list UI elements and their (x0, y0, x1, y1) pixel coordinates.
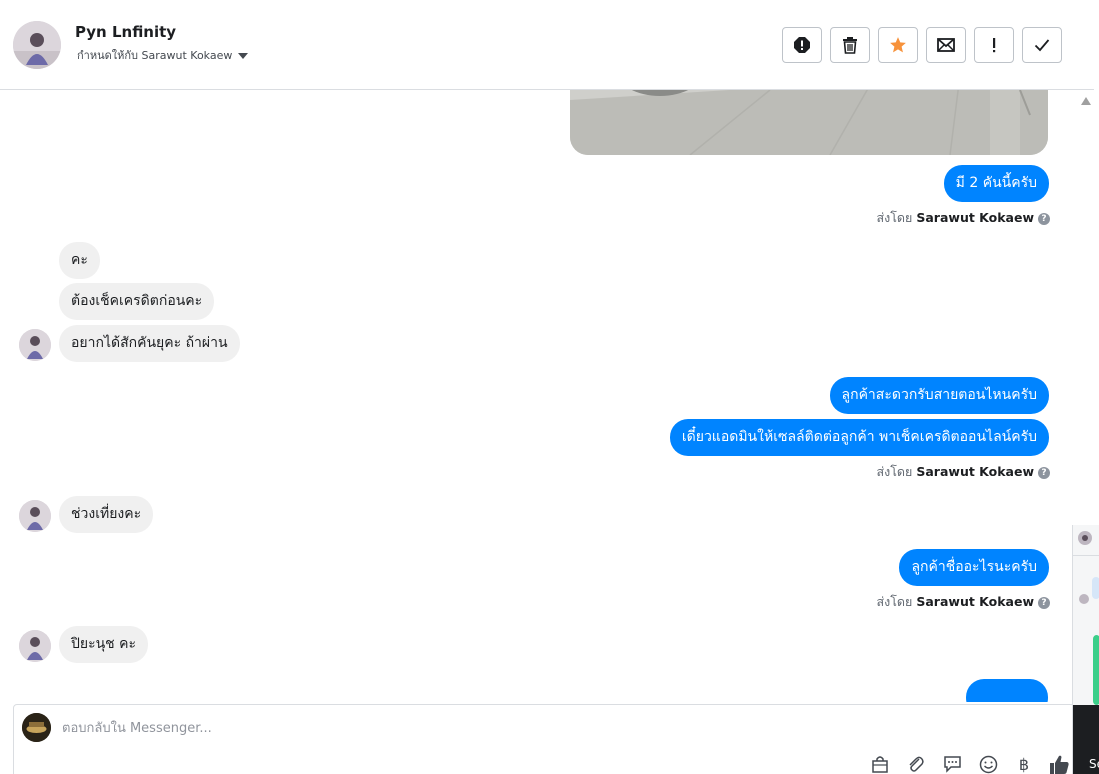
messenger-conversation: Pyn Lnfinity กำหนดให้กับ Sarawut Kokaew (0, 0, 1099, 774)
sender-name[interactable]: Sarawut Kokaew (916, 464, 1034, 479)
mark-done-button[interactable] (1022, 27, 1062, 63)
mark-unread-button[interactable] (926, 27, 966, 63)
reply-composer: ฿ (13, 704, 1075, 774)
assignee-dropdown[interactable]: กำหนดให้กับ Sarawut Kokaew (77, 46, 249, 64)
exclamation-icon (993, 38, 996, 53)
star-icon (890, 37, 906, 53)
assignee-label: กำหนดให้กับ Sarawut Kokaew (77, 49, 233, 62)
sent-by-label: ส่งโดย Sarawut Kokaew? (876, 462, 1050, 482)
shopping-bag-icon (872, 756, 888, 773)
caret-down-icon (238, 53, 249, 59)
chat-side-panel-partial[interactable]: Se (1072, 525, 1099, 774)
sent-by-prefix: ส่งโดย (876, 464, 913, 479)
contact-name[interactable]: Pyn Lnfinity (75, 23, 176, 41)
shop-bag-button[interactable] (869, 753, 891, 774)
message-bubble-incoming[interactable]: ปิยะนุช คะ (59, 626, 149, 663)
follow-up-button[interactable] (974, 27, 1014, 63)
baht-icon: ฿ (1018, 754, 1030, 774)
message-bubble-incoming[interactable]: ต้องเช็คเครดิตก่อนคะ (59, 283, 215, 320)
message-bubble-incoming[interactable]: ช่วงเที่ยงคะ (59, 496, 154, 533)
help-icon[interactable]: ? (1038, 597, 1050, 609)
sent-by-label: ส่งโดย Sarawut Kokaew? (876, 208, 1050, 228)
side-panel-partial-text: Se (1089, 757, 1099, 771)
star-button[interactable] (878, 27, 918, 63)
sent-by-prefix: ส่งโดย (876, 210, 913, 225)
sender-name[interactable]: Sarawut Kokaew (916, 594, 1034, 609)
contact-avatar-small[interactable] (19, 500, 51, 532)
saved-replies-button[interactable] (941, 753, 963, 774)
emoji-button[interactable] (977, 753, 999, 774)
attach-file-button[interactable] (905, 753, 927, 774)
sender-name[interactable]: Sarawut Kokaew (916, 210, 1034, 225)
reply-input[interactable] (62, 717, 662, 739)
message-bubble-outgoing[interactable]: ลูกค้าชื่ออะไรนะครับ (899, 549, 1049, 586)
sent-by-label: ส่งโดย Sarawut Kokaew? (876, 592, 1050, 612)
page-avatar (22, 713, 51, 742)
delete-button[interactable] (830, 27, 870, 63)
envelope-icon (937, 38, 955, 52)
message-bubble-incoming[interactable]: อยากได้สักคันยุคะ ถ้าผ่าน (59, 325, 240, 362)
message-bubble-incoming[interactable]: คะ (59, 242, 100, 279)
checkmark-icon (1034, 39, 1050, 52)
payment-button[interactable]: ฿ (1013, 753, 1035, 774)
help-icon[interactable]: ? (1038, 213, 1050, 225)
message-thread[interactable]: มี 2 คันนี้ครับ ส่งโดย Sarawut Kokaew? ค… (0, 90, 1072, 702)
message-bubble-outgoing-partial[interactable] (966, 679, 1048, 702)
trash-icon (843, 37, 857, 54)
smiley-icon (979, 755, 997, 773)
alert-octagon-icon (794, 37, 810, 53)
help-icon[interactable]: ? (1038, 467, 1050, 479)
message-bubble-outgoing[interactable]: เดี๋ยวแอดมินให้เซลล์ติดต่อลูกค้า พาเช็คเ… (669, 419, 1049, 456)
contact-avatar[interactable] (13, 21, 61, 69)
contact-avatar-small[interactable] (19, 630, 51, 662)
scroll-up-arrow-icon[interactable] (1081, 97, 1091, 105)
contact-avatar-small[interactable] (19, 329, 51, 361)
car-photo-attachment[interactable] (570, 90, 1048, 155)
paperclip-icon (909, 756, 924, 772)
thumbs-up-icon (1049, 755, 1069, 774)
sent-by-prefix: ส่งโดย (876, 594, 913, 609)
chat-bubble-icon (943, 756, 961, 773)
side-panel-footer: Se (1073, 705, 1099, 774)
message-bubble-outgoing[interactable]: มี 2 คันนี้ครับ (943, 165, 1049, 202)
message-bubble-outgoing[interactable]: ลูกค้าสะดวกรับสายตอนไหนครับ (829, 377, 1049, 414)
like-button[interactable] (1048, 753, 1070, 774)
conversation-header: Pyn Lnfinity กำหนดให้กับ Sarawut Kokaew (0, 0, 1094, 90)
mark-as-spam-button[interactable] (782, 27, 822, 63)
